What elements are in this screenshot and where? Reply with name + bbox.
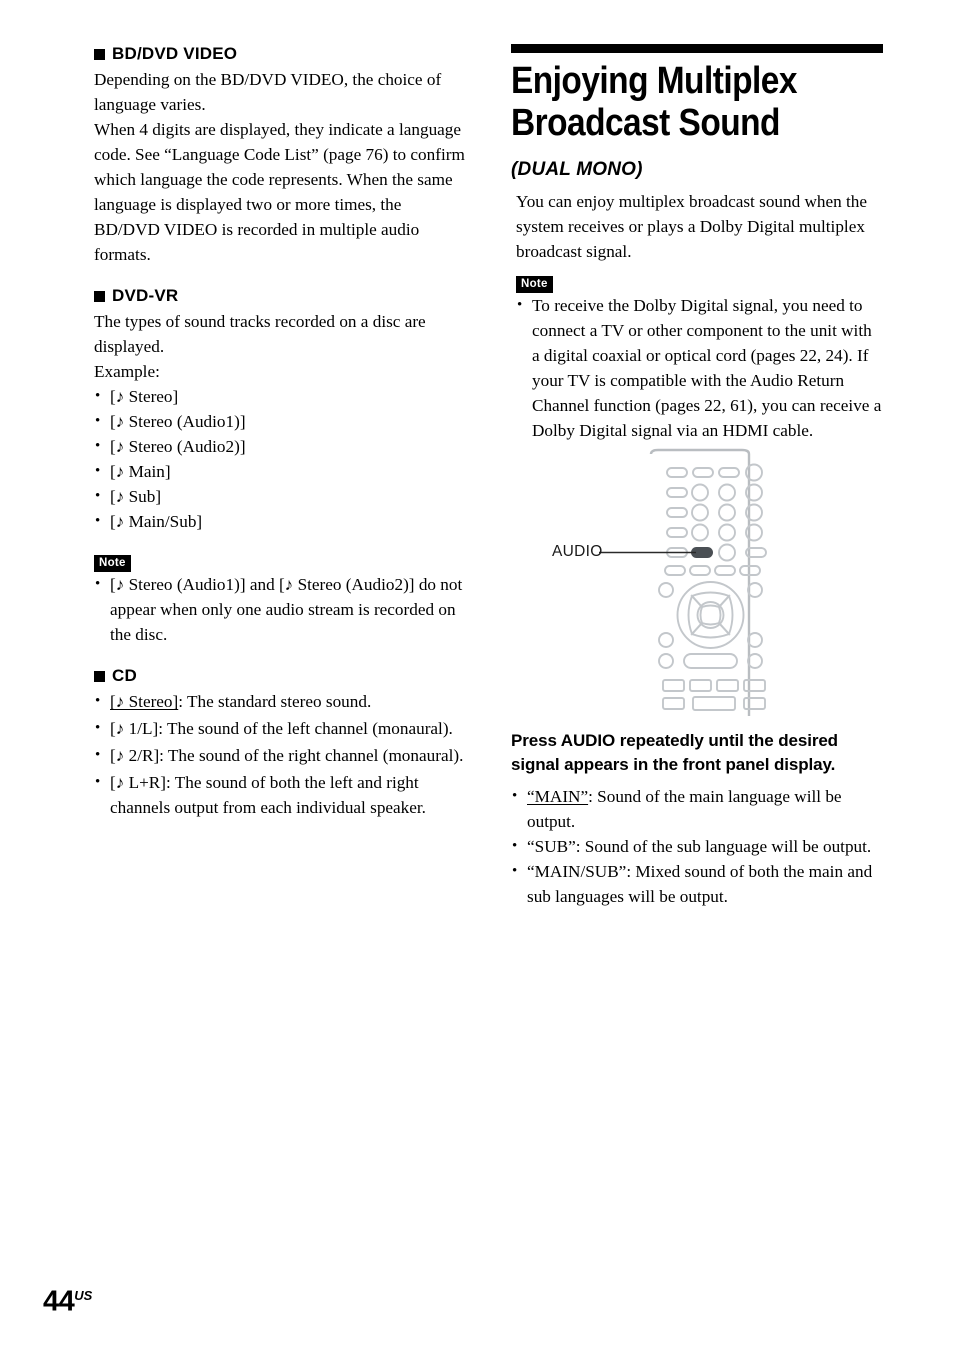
remote-key-2 bbox=[718, 483, 736, 502]
remote-dpad-up bbox=[690, 591, 731, 609]
list-item-term: “MAIN” bbox=[527, 787, 589, 806]
list-item: [♪ Stereo (Audio2)] bbox=[94, 434, 468, 459]
page-number-value: 44 bbox=[43, 1285, 75, 1318]
remote-key-1 bbox=[691, 483, 709, 502]
remote-key-5 bbox=[718, 503, 736, 522]
paragraph-dvd-vr-1: The types of sound tracks recorded on a … bbox=[94, 312, 426, 356]
instruction-block: Press AUDIO repeatedly until the desired… bbox=[511, 729, 883, 909]
list-item-description: : The sound of the right channel (monaur… bbox=[159, 746, 464, 765]
manual-page: BD/DVD VIDEO Depending on the BD/DVD VID… bbox=[0, 0, 954, 1352]
dvd-vr-sound-track-list: [♪ Stereo] [♪ Stereo (Audio1)] [♪ Stereo… bbox=[94, 384, 468, 534]
remote-button-row-3 bbox=[714, 565, 736, 576]
remote-corner-button-tl bbox=[658, 582, 674, 598]
lead-paragraph: You can enjoy multiplex broadcast sound … bbox=[516, 192, 868, 261]
page-number-region: US bbox=[74, 1288, 93, 1303]
remote-key-4 bbox=[691, 503, 709, 522]
remote-button-left-pill-row bbox=[658, 653, 674, 669]
list-item: [♪ Stereo] bbox=[94, 384, 468, 409]
remote-dpad-right bbox=[717, 594, 734, 636]
list-item-term: [♪ L+R] bbox=[110, 773, 166, 792]
section-heading-cd: CD bbox=[94, 666, 468, 686]
remote-side-button-2 bbox=[666, 507, 688, 518]
list-item-term: “SUB” bbox=[527, 837, 576, 856]
remote-next-button bbox=[743, 679, 766, 692]
section-heading-bd-dvd-video: BD/DVD VIDEO bbox=[94, 44, 468, 64]
square-bullet-icon bbox=[94, 48, 105, 60]
remote-key-8 bbox=[718, 523, 736, 542]
remote-dpad-down bbox=[690, 621, 731, 639]
instruction-text: Press AUDIO repeatedly until the desired… bbox=[511, 731, 838, 774]
remote-button-top-3 bbox=[718, 467, 740, 478]
list-item: [♪ 2/R]: The sound of the right channel … bbox=[94, 743, 468, 768]
list-item-description: : The sound of the left channel (monaura… bbox=[158, 719, 453, 738]
remote-prev-button bbox=[662, 679, 685, 692]
paragraph-bd-dvd-2: When 4 digits are displayed, they indica… bbox=[94, 120, 465, 264]
paragraph-bd-dvd-1: Depending on the BD/DVD VIDEO, the choic… bbox=[94, 70, 442, 114]
note-list: To receive the Dolby Digital signal, you… bbox=[516, 293, 883, 443]
note-badge: Note bbox=[94, 555, 131, 572]
remote-dpad-left bbox=[687, 594, 704, 636]
note-badge: Note bbox=[516, 276, 553, 293]
remote-key-0 bbox=[718, 543, 736, 562]
right-column: Enjoying Multiplex Broadcast Sound (DUAL… bbox=[511, 44, 883, 443]
list-item: “MAIN/SUB”: Mixed sound of both the main… bbox=[511, 859, 883, 909]
square-bullet-icon bbox=[94, 670, 105, 682]
list-item: To receive the Dolby Digital signal, you… bbox=[516, 293, 883, 443]
remote-button-top-1 bbox=[666, 467, 688, 478]
remote-button-row-2 bbox=[689, 565, 711, 576]
note-block-left: Note [♪ Stereo (Audio1)] and [♪ Stereo (… bbox=[94, 553, 468, 647]
section-heading-label: BD/DVD VIDEO bbox=[112, 44, 238, 63]
callout-label-audio: AUDIO bbox=[552, 543, 603, 560]
note-block-right: Note To receive the Dolby Digital signal… bbox=[516, 274, 883, 443]
remote-button-row-1 bbox=[664, 565, 686, 576]
page-title: Enjoying Multiplex Broadcast Sound bbox=[511, 60, 797, 144]
section-heading-label: CD bbox=[112, 666, 137, 685]
list-item-description: : The standard stereo sound. bbox=[178, 692, 372, 711]
page-subtitle: (DUAL MONO) bbox=[511, 159, 643, 180]
remote-control-svg bbox=[599, 448, 767, 716]
list-item: [♪ L+R]: The sound of both the left and … bbox=[94, 770, 468, 820]
remote-key-7 bbox=[691, 523, 709, 542]
list-item: “MAIN”: Sound of the main language will … bbox=[511, 784, 883, 834]
section-heading-label: DVD-VR bbox=[112, 286, 179, 305]
list-item: [♪ Stereo (Audio1)] and [♪ Stereo (Audio… bbox=[94, 572, 468, 647]
list-item: [♪ 1/L]: The sound of the left channel (… bbox=[94, 716, 468, 741]
list-item-term: [♪ Stereo] bbox=[110, 692, 179, 711]
section-heading-dvd-vr: DVD-VR bbox=[94, 286, 468, 306]
list-item-term: “MAIN/SUB” bbox=[527, 862, 627, 881]
list-item: “SUB”: Sound of the sub language will be… bbox=[511, 834, 883, 859]
list-item: [♪ Main] bbox=[94, 459, 468, 484]
list-item: [♪ Sub] bbox=[94, 484, 468, 509]
remote-corner-button-bl bbox=[658, 632, 674, 648]
remote-rewind-button bbox=[662, 697, 685, 710]
list-item-description: : Sound of the sub language will be outp… bbox=[575, 837, 872, 856]
remote-advance-button bbox=[716, 679, 739, 692]
remote-control-illustration: AUDIO bbox=[511, 448, 883, 716]
left-column: BD/DVD VIDEO Depending on the BD/DVD VID… bbox=[94, 44, 468, 822]
page-number: 44US bbox=[43, 1281, 92, 1317]
list-item: [♪ Stereo]: The standard stereo sound. bbox=[94, 689, 468, 714]
audio-option-list: “MAIN”: Sound of the main language will … bbox=[511, 784, 883, 909]
list-item: [♪ Main/Sub] bbox=[94, 509, 468, 534]
list-item-term: [♪ 2/R] bbox=[110, 746, 160, 765]
remote-fast-forward-button bbox=[743, 697, 766, 710]
remote-play-button bbox=[692, 696, 736, 711]
list-item: [♪ Stereo (Audio1)] bbox=[94, 409, 468, 434]
title-rule bbox=[511, 44, 883, 53]
paragraph-dvd-vr-example-label: Example: bbox=[94, 362, 160, 381]
remote-side-button-3 bbox=[666, 527, 688, 538]
remote-button-top-2 bbox=[692, 467, 714, 478]
cd-sound-list: [♪ Stereo]: The standard stereo sound. [… bbox=[94, 689, 468, 820]
square-bullet-icon bbox=[94, 290, 105, 302]
remote-replay-button bbox=[689, 679, 712, 692]
remote-wide-button bbox=[683, 653, 738, 669]
list-item-term: [♪ 1/L] bbox=[110, 719, 159, 738]
note-list: [♪ Stereo (Audio1)] and [♪ Stereo (Audio… bbox=[94, 572, 468, 647]
remote-side-button-1 bbox=[666, 487, 688, 498]
